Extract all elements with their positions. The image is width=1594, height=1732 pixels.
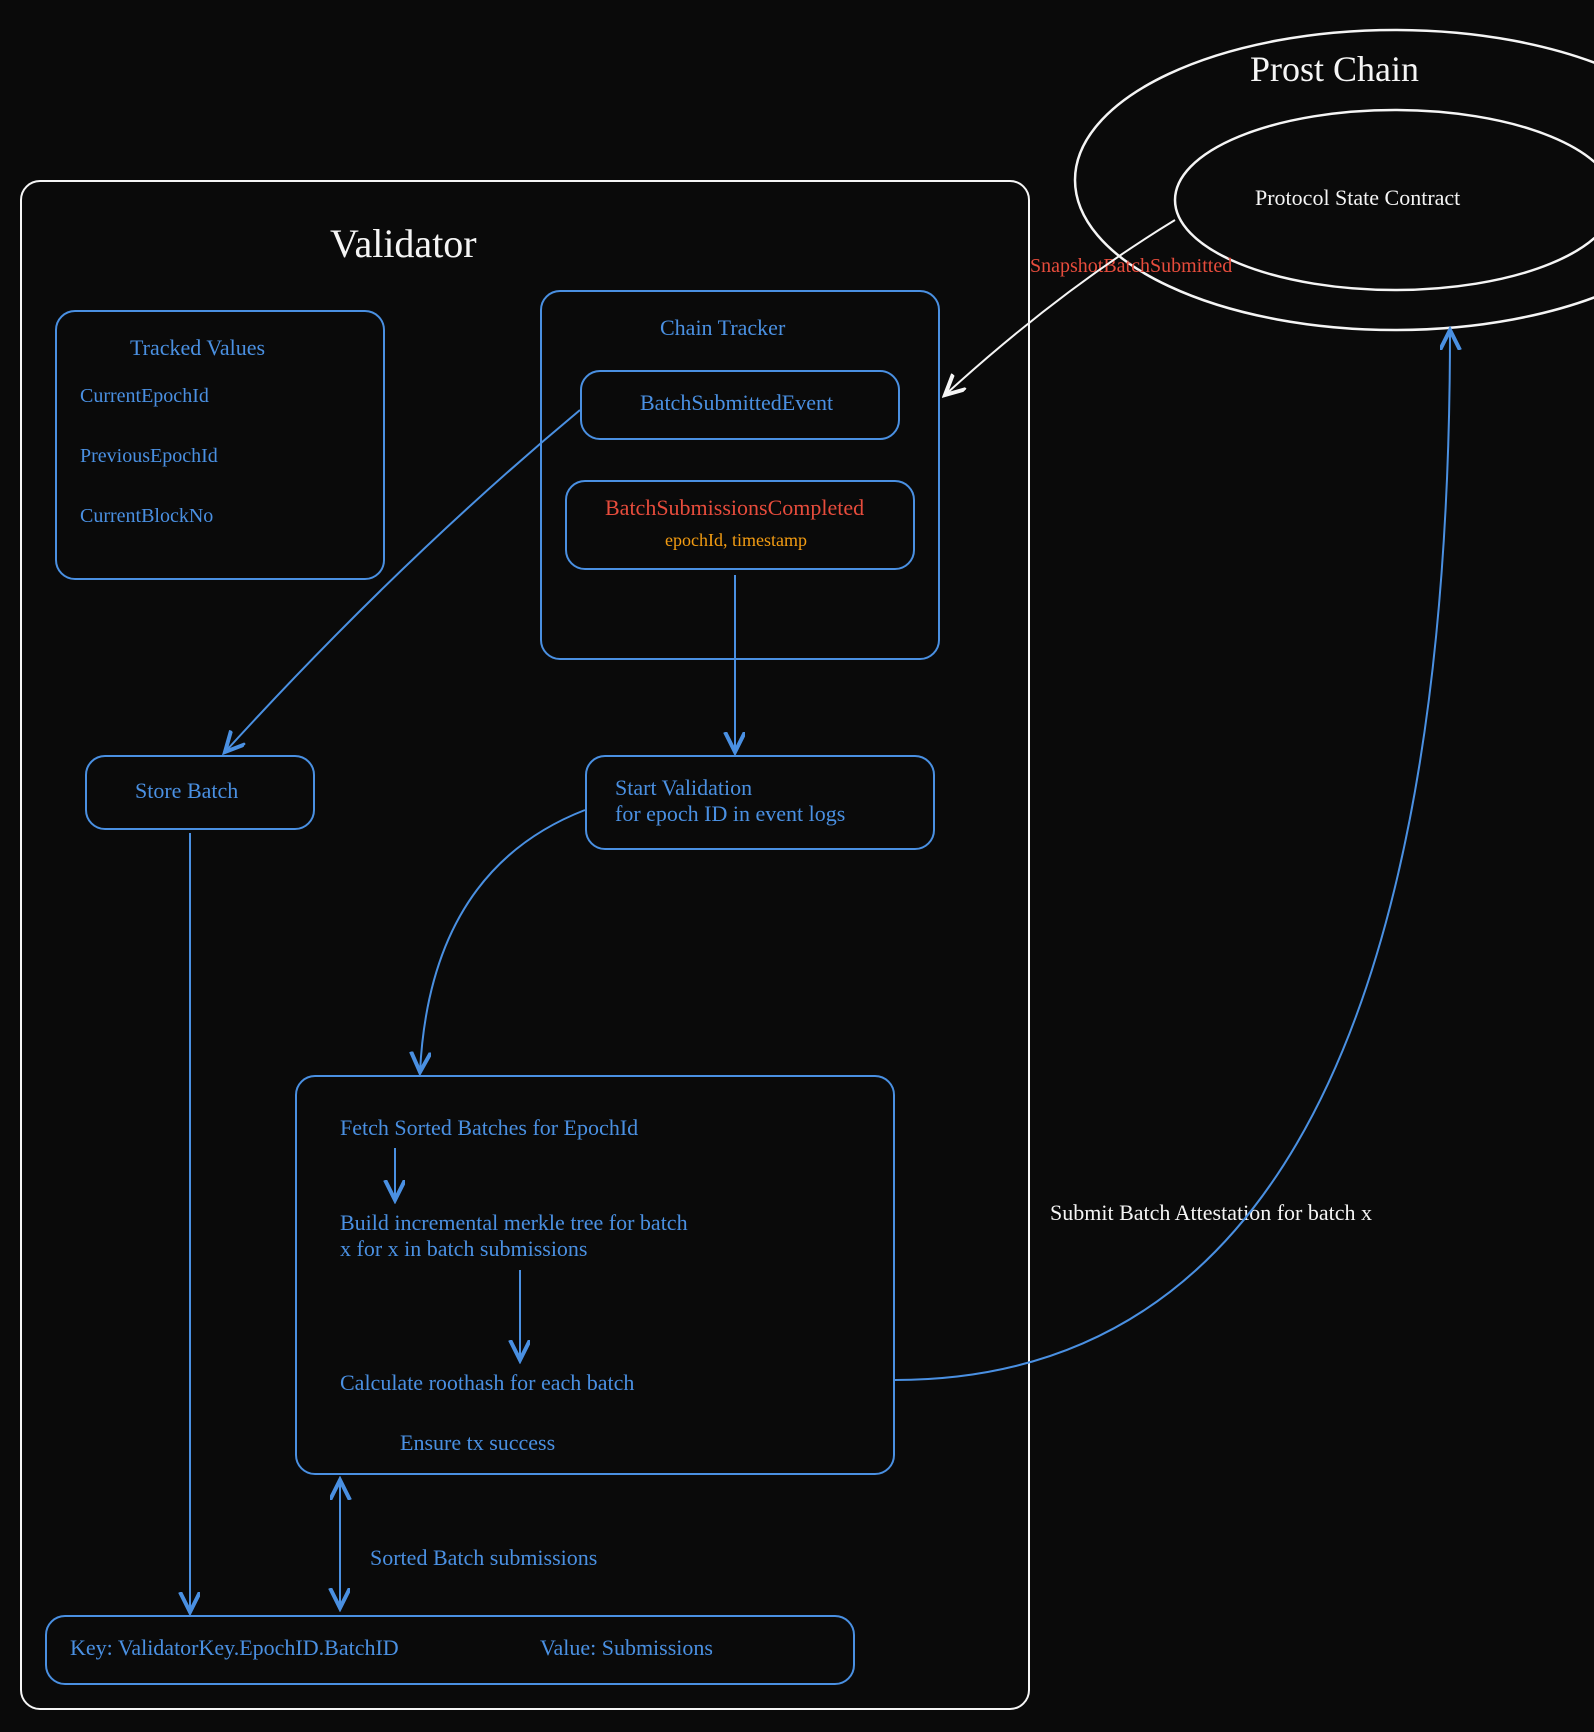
chain-tracker-box — [540, 290, 940, 660]
process-ensure: Ensure tx success — [400, 1430, 555, 1456]
start-validation-label: Start Validation for epoch ID in event l… — [615, 775, 845, 827]
kv-value: Value: Submissions — [540, 1635, 713, 1661]
chain-tracker-title: Chain Tracker — [660, 315, 785, 341]
batch-submissions-completed-box — [565, 480, 915, 570]
process-build: Build incremental merkle tree for batch … — [340, 1210, 688, 1262]
process-fetch: Fetch Sorted Batches for EpochId — [340, 1115, 638, 1141]
prost-chain-title: Prost Chain — [1250, 48, 1419, 90]
batch-submitted-event-label: BatchSubmittedEvent — [640, 390, 833, 416]
batch-submissions-completed-subtitle: epochId, timestamp — [665, 530, 807, 551]
snapshot-edge-label: SnapshotBatchSubmitted — [1030, 255, 1232, 278]
sorted-batch-label: Sorted Batch submissions — [370, 1545, 597, 1571]
protocol-state-contract: Protocol State Contract — [1255, 185, 1460, 211]
tracked-values-title: Tracked Values — [130, 335, 265, 361]
tracked-value-0: CurrentEpochId — [80, 385, 209, 408]
tracked-value-1: PreviousEpochId — [80, 445, 218, 468]
batch-submissions-completed-title: BatchSubmissionsCompleted — [605, 495, 864, 521]
kv-key: Key: ValidatorKey.EpochID.BatchID — [70, 1635, 399, 1661]
validator-title: Validator — [330, 220, 477, 267]
process-calculate: Calculate roothash for each batch — [340, 1370, 634, 1396]
submit-edge-label: Submit Batch Attestation for batch x — [1050, 1200, 1410, 1226]
store-batch-label: Store Batch — [135, 778, 238, 804]
tracked-value-2: CurrentBlockNo — [80, 505, 213, 528]
